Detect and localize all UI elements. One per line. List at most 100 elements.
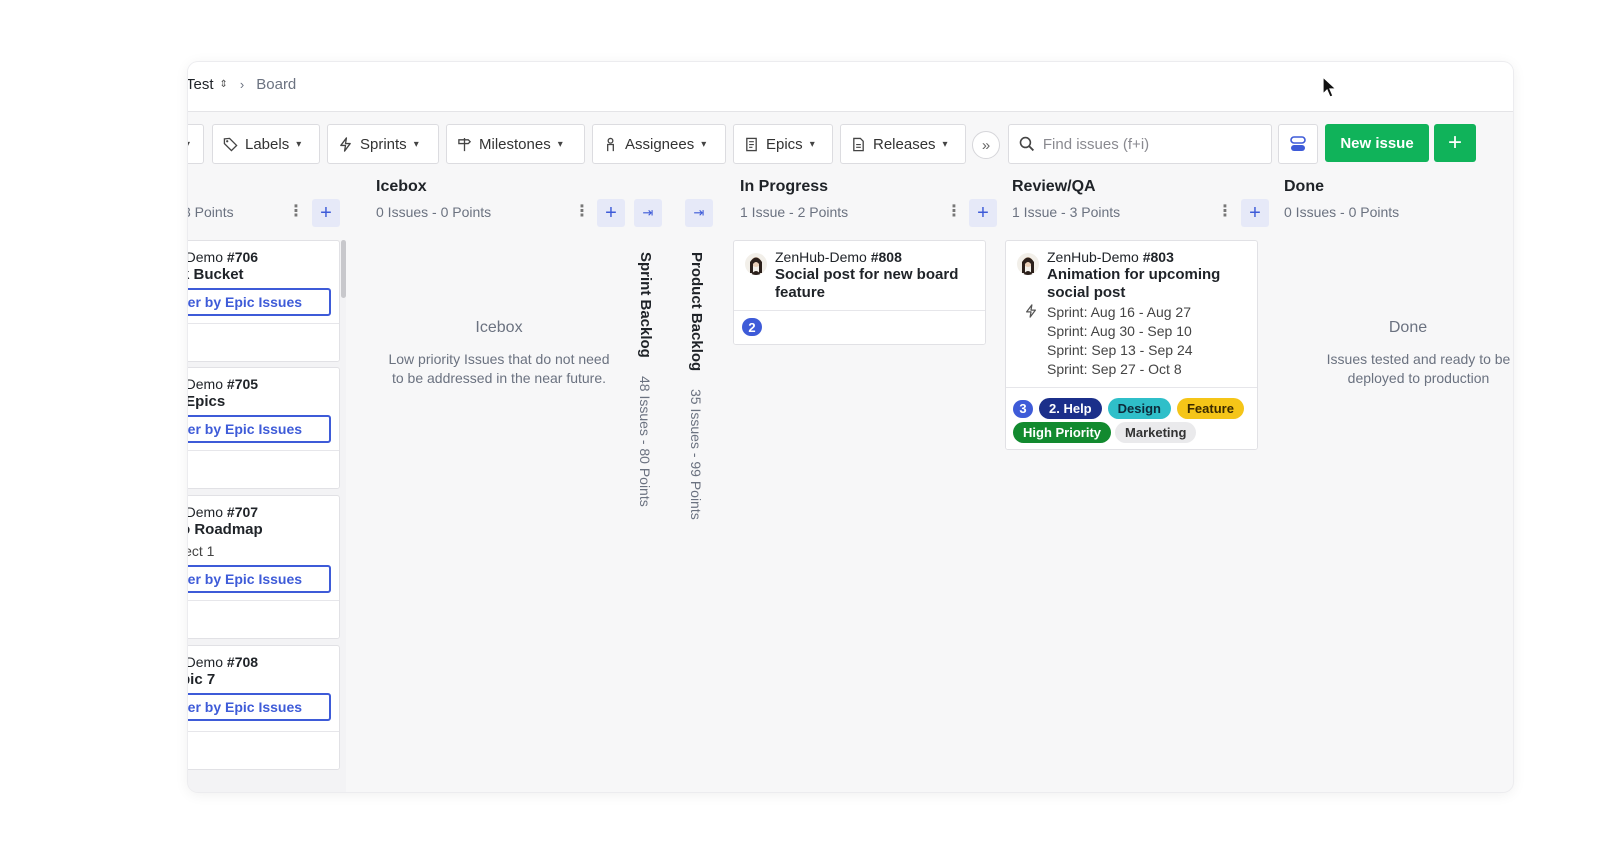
milestones-filter[interactable]: Milestones ▾ (446, 124, 585, 164)
label-badge[interactable]: Design (1107, 398, 1171, 419)
issue-title: o Roadmap (188, 521, 263, 538)
issue-card[interactable]: ZenHub-Demo #803 Animation for upcoming … (1005, 240, 1258, 450)
releases-filter[interactable]: Releases ▾ (840, 124, 966, 164)
file-icon (853, 137, 864, 151)
chevron-down-icon: ▾ (809, 138, 815, 150)
issue-card[interactable]: -Demo #706 k Bucket ter by Epic Issues (188, 240, 340, 362)
epics-filter[interactable]: Epics ▾ (733, 124, 833, 164)
board-layout-button[interactable] (1278, 124, 1318, 164)
issue-title: Animation for upcoming social post (1047, 266, 1221, 301)
sprint-item: Sprint: Aug 16 - Aug 27 (1047, 304, 1191, 320)
sprints-filter-label: Sprints (360, 135, 407, 153)
filter-by-epic-button[interactable]: ter by Epic Issues (188, 415, 331, 443)
new-issue-button[interactable]: New issue (1325, 124, 1429, 162)
add-issue-button[interactable]: + (597, 199, 625, 227)
card-footer (188, 323, 339, 361)
sprint-item: Sprint: Sep 13 - Sep 24 (1047, 342, 1193, 358)
card-footer (188, 731, 339, 769)
filter-by-epic-button[interactable]: ter by Epic Issues (188, 288, 331, 316)
more-filters-button[interactable]: » (972, 131, 1000, 159)
issue-title: Social post for new board feature (775, 266, 959, 301)
estimate-badge: 2 (742, 318, 762, 336)
sprints-filter[interactable]: Sprints ▾ (327, 124, 439, 164)
add-button[interactable]: + (1434, 124, 1476, 162)
lightning-icon (340, 136, 351, 152)
issue-number: #708 (226, 654, 259, 670)
column-meta: 1 Issue - 2 Points (740, 204, 849, 220)
product-backlog-collapsed-column[interactable]: Product Backlog 35 Issues - 99 Points (688, 252, 705, 520)
issue-card[interactable]: ZenHub-Demo #808 Social post for new boa… (733, 240, 986, 345)
sprint-list: Sprint: Aug 16 - Aug 27 Sprint: Aug 30 -… (1047, 303, 1193, 379)
issue-project: ject 1 (188, 543, 215, 559)
avatar-icon (1022, 257, 1034, 275)
column-title: Product Backlog (688, 252, 705, 372)
expand-arrow-icon: ⇥ (693, 205, 705, 220)
filter-dropdown-truncated[interactable]: ▾ (188, 124, 204, 164)
label-badge[interactable]: Marketing (1115, 422, 1197, 443)
labels-filter[interactable]: Labels ▾ (212, 124, 320, 164)
assignees-filter-label: Assignees (625, 135, 695, 153)
column-title: Icebox (376, 178, 427, 195)
search-input[interactable] (1042, 135, 1261, 153)
column-scrollbar[interactable] (341, 240, 346, 298)
empty-column-description: Issues tested and ready to be deployed t… (1326, 351, 1511, 386)
workspace-switcher[interactable]: Test (188, 76, 214, 93)
search-icon (1019, 136, 1035, 152)
avatar (745, 253, 767, 275)
chevron-down-icon: ▾ (557, 138, 563, 150)
double-chevron-right-icon: » (981, 136, 991, 154)
sprint-item: Sprint: Sep 27 - Oct 8 (1047, 361, 1182, 377)
kebab-menu-icon[interactable]: ⋮ (1217, 204, 1233, 220)
chevron-down-icon: ▾ (296, 138, 302, 150)
issue-card[interactable]: -Demo #707 o Roadmap ject 1 ter by Epic … (188, 495, 340, 639)
column-meta: 48 Issues - 80 Points (637, 375, 653, 507)
expand-sprint-backlog-button[interactable]: ⇥ (634, 199, 662, 227)
empty-column-description: Low priority Issues that do not need to … (388, 351, 610, 386)
card-footer (188, 600, 339, 638)
expand-arrow-icon: ⇥ (642, 205, 654, 220)
add-issue-button[interactable]: + (969, 199, 997, 227)
column-title: Done (1284, 178, 1324, 195)
person-icon (607, 137, 614, 151)
kebab-menu-icon[interactable]: ⋮ (288, 204, 304, 220)
review-qa-column-header: Review/QA 1 Issue - 3 Points (1012, 178, 1262, 220)
add-issue-button[interactable]: + (312, 199, 340, 227)
issue-card[interactable]: -Demo #705 Epics ter by Epic Issues (188, 367, 340, 489)
add-issue-button[interactable]: + (1241, 199, 1269, 227)
column-meta: 0 Issues - 0 Points (376, 204, 492, 220)
issue-card[interactable]: -Demo #708 pic 7 ter by Epic Issues (188, 645, 340, 770)
board-toolbar: ▾ Labels ▾ Sprints ▾ Milestones ▾ Assign… (188, 124, 1513, 164)
column-meta: 1 Issue - 3 Points (1012, 204, 1121, 220)
issue-title: Epics (188, 393, 226, 410)
label-badge[interactable]: High Priority (1013, 422, 1112, 443)
filter-by-epic-button[interactable]: ter by Epic Issues (188, 693, 331, 721)
tag-icon (223, 137, 238, 152)
signpost-icon (458, 137, 472, 151)
kebab-menu-icon[interactable]: ⋮ (574, 204, 590, 220)
epics-filter-label: Epics (766, 135, 803, 153)
updown-chevron-icon[interactable]: ⇕ (220, 79, 228, 90)
breadcrumb: Test ⇕ › Board (188, 76, 296, 93)
expand-product-backlog-button[interactable]: ⇥ (685, 199, 713, 227)
search-box[interactable] (1008, 124, 1272, 164)
chevron-down-icon: ▾ (701, 138, 707, 150)
kebab-menu-icon[interactable]: ⋮ (946, 204, 962, 220)
layout-toggle-icon (1290, 136, 1306, 151)
issue-number: #808 (870, 249, 902, 265)
left-column-meta: 3 Points (188, 204, 234, 220)
issue-number: #706 (226, 249, 259, 265)
milestones-filter-label: Milestones (479, 135, 551, 153)
breadcrumb-current: Board (256, 76, 297, 93)
label-badge[interactable]: Feature (1176, 398, 1244, 419)
chevron-down-icon: ▾ (188, 139, 190, 150)
sprint-backlog-collapsed-column[interactable]: Sprint Backlog 48 Issues - 80 Points (637, 252, 654, 507)
empty-column-title: Icebox (475, 319, 523, 336)
card-footer (188, 450, 339, 488)
chevron-down-icon: ▾ (942, 138, 948, 150)
top-bar: Test ⇕ › Board (188, 62, 1513, 112)
label-badge[interactable]: 2. Help (1039, 398, 1102, 419)
card-footer: 3 2. Help Design Feature High Priority M… (1006, 387, 1257, 449)
mouse-cursor-icon (1322, 76, 1338, 98)
assignees-filter[interactable]: Assignees ▾ (592, 124, 726, 164)
filter-by-epic-button[interactable]: ter by Epic Issues (188, 565, 331, 593)
